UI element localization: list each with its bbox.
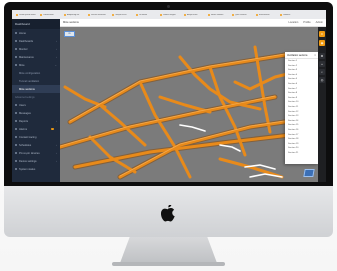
sidebar-item-users[interactable]: Users xyxy=(12,101,60,109)
chevron-right-icon: › xyxy=(56,159,57,163)
chevron-right-icon: › xyxy=(56,151,57,155)
home-icon xyxy=(15,32,17,34)
sidebar-nav: Dashboard Home Dashboards › Monitor › Main… xyxy=(12,19,60,182)
sidebar-section-advanced: Advanced settings xyxy=(15,95,35,99)
sidebar-item-device-settings[interactable]: Device settings › xyxy=(12,157,60,165)
bookmark[interactable]: Adipiscing elit xyxy=(64,13,86,16)
bookmark[interactable]: Consectetur xyxy=(40,13,62,16)
bookmark[interactable]: Exercitation xyxy=(256,13,278,16)
sidebar-item-schedules[interactable]: Schedules › xyxy=(12,141,60,149)
imac-mockup: Lorem ipsum dolor Consectetur Adipiscing… xyxy=(0,0,337,271)
monitor-icon xyxy=(15,48,17,50)
sidebar-item-reports[interactable]: Reports › xyxy=(12,117,60,125)
chevron-right-icon: › xyxy=(56,55,57,59)
message-icon xyxy=(15,112,17,114)
sections-panel: Ventilation sections × Section 1 Section… xyxy=(285,52,318,164)
sidebar-item-system-status[interactable]: System status xyxy=(12,165,60,173)
settings-icon[interactable]: ⚙ xyxy=(319,53,325,59)
status-icon xyxy=(15,168,17,170)
sidebar-item-alarms[interactable]: Alarms! xyxy=(12,125,60,133)
view-mode-toggle[interactable]: 2D xyxy=(64,31,75,37)
page-title: Mine sections xyxy=(63,21,79,24)
dashboard-icon xyxy=(15,40,17,42)
orientation-cube-icon[interactable] xyxy=(303,169,315,177)
sidebar-item-mine[interactable]: Mine ⌄ xyxy=(12,61,60,69)
mine-tunnel-network[interactable] xyxy=(60,27,318,182)
bell-icon xyxy=(15,128,17,130)
chevron-right-icon: › xyxy=(56,47,57,51)
mine-3d-viewport[interactable]: 2D Ventilation sections × Section 1 Sect… xyxy=(60,27,318,182)
sidebar-item-monitor[interactable]: Monitor › xyxy=(12,45,60,53)
bookmark[interactable]: Quis nostrud xyxy=(232,13,254,16)
highlighted-tunnel xyxy=(219,144,241,152)
sidebar-item-messages[interactable]: Messages xyxy=(12,109,60,117)
apple-logo-icon xyxy=(161,205,175,222)
report-icon xyxy=(15,120,17,122)
bookmark[interactable]: Aliqua enim xyxy=(184,13,206,16)
tool-rail: ≡ ◉ ⚙ + ⌕ ◎ xyxy=(318,27,326,182)
chevron-down-icon: ⌄ xyxy=(54,63,57,67)
trace-icon xyxy=(15,136,17,138)
alarm-badge: ! xyxy=(51,128,54,130)
sidebar-item-pin-devices[interactable]: Pin-to-pin devices › xyxy=(12,149,60,157)
bookmark[interactable]: Tempor incid xyxy=(112,13,134,16)
location-selector[interactable]: Location xyxy=(288,21,298,24)
eye-icon[interactable]: ◎ xyxy=(319,77,325,83)
highlighted-tunnel xyxy=(179,124,206,132)
bookmark[interactable]: Ullamco xyxy=(280,13,302,16)
camera-icon xyxy=(167,5,170,8)
list-item[interactable]: Section 21 xyxy=(285,151,318,156)
sidebar-item-maintenance[interactable]: Maintenance › xyxy=(12,53,60,61)
monitor-stand-foot xyxy=(112,262,225,266)
app-topbar: Mine sections Location Profile Admin xyxy=(60,19,326,27)
bookmark[interactable]: Minim veniam xyxy=(208,13,230,16)
bookmark[interactable]: Ut labore xyxy=(136,13,158,16)
gear-icon xyxy=(15,160,17,162)
camera-icon[interactable]: ◉ xyxy=(319,40,325,46)
browser-bookmarks-bar: Lorem ipsum dolor Consectetur Adipiscing… xyxy=(12,10,326,19)
topbar-actions: Location Profile Admin xyxy=(288,21,323,24)
sidebar-item-contact-tracing[interactable]: Contact tracing xyxy=(12,133,60,141)
chevron-right-icon: › xyxy=(56,143,57,147)
calendar-icon xyxy=(15,144,17,146)
crosshair-icon[interactable]: + xyxy=(319,61,325,67)
admin-menu[interactable]: Admin xyxy=(316,21,323,24)
layers-icon[interactable]: ≡ xyxy=(319,31,325,37)
sidebar-item-home[interactable]: Home xyxy=(12,29,60,37)
sidebar-brand: Dashboard xyxy=(12,19,60,29)
close-icon[interactable]: × xyxy=(314,53,316,57)
chevron-right-icon: › xyxy=(56,39,57,43)
sections-panel-header: Ventilation sections × xyxy=(285,52,318,59)
sidebar-item-mine-configuration[interactable]: Mine configuration xyxy=(12,69,60,77)
search-icon[interactable]: ⌕ xyxy=(319,69,325,75)
tunnel-segment xyxy=(158,95,212,114)
profile-menu[interactable]: Profile xyxy=(303,21,310,24)
screen: Lorem ipsum dolor Consectetur Adipiscing… xyxy=(12,10,326,182)
device-icon xyxy=(15,152,17,154)
chevron-right-icon: › xyxy=(56,119,57,123)
sidebar-item-dashboards[interactable]: Dashboards › xyxy=(12,37,60,45)
bookmark[interactable]: Lorem ipsum dolor xyxy=(16,13,38,16)
bookmark[interactable]: Sed do eiusmod xyxy=(88,13,110,16)
monitor-stand xyxy=(120,237,217,263)
mine-icon xyxy=(15,64,17,66)
sidebar-item-tunnel-ventilation[interactable]: Tunnel ventilation xyxy=(12,77,60,85)
tunnel-segment xyxy=(118,117,307,179)
wrench-icon xyxy=(15,56,17,58)
users-icon xyxy=(15,104,17,106)
bookmark[interactable]: Dolore magna xyxy=(160,13,182,16)
sidebar-item-mine-sections[interactable]: Mine sections xyxy=(12,85,60,93)
sections-panel-title: Ventilation sections xyxy=(287,53,308,57)
